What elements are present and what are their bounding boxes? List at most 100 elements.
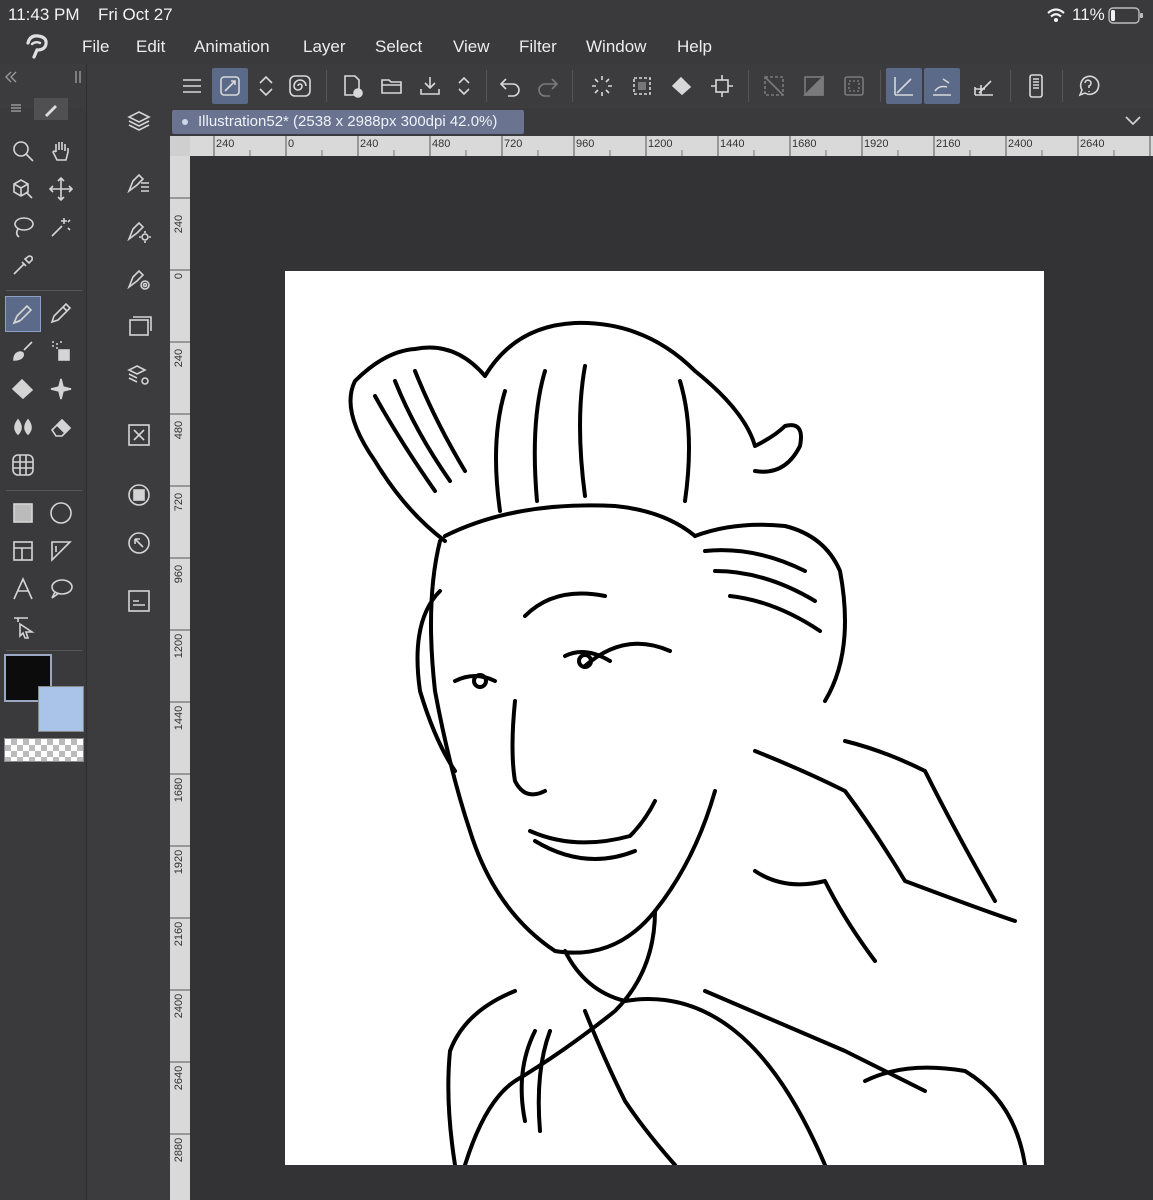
deselect-icon[interactable] bbox=[756, 68, 792, 104]
layer-property-icon[interactable] bbox=[122, 358, 156, 392]
device-icon[interactable] bbox=[1018, 68, 1054, 104]
ruler-h-label: 1920 bbox=[864, 138, 889, 150]
fill-icon[interactable] bbox=[664, 68, 700, 104]
ruler-h-label: 960 bbox=[576, 138, 595, 150]
selection-border-icon[interactable] bbox=[836, 68, 872, 104]
palette-menu-icon[interactable] bbox=[8, 100, 24, 116]
lasso-icon[interactable] bbox=[6, 210, 40, 244]
text-icon[interactable] bbox=[6, 572, 40, 606]
magic-wand-icon[interactable] bbox=[44, 210, 78, 244]
menu-icon[interactable] bbox=[174, 68, 210, 104]
app-logo-icon[interactable] bbox=[22, 33, 52, 61]
hand-icon[interactable] bbox=[44, 134, 78, 168]
pen-icon[interactable] bbox=[5, 296, 41, 332]
ruler-v-label: 480 bbox=[173, 420, 185, 440]
ruler-h-label: 1440 bbox=[720, 138, 745, 150]
save-icon[interactable] bbox=[412, 68, 448, 104]
info-icon[interactable] bbox=[122, 584, 156, 618]
ruler-v-label: 2160 bbox=[173, 921, 185, 947]
brush-icon[interactable] bbox=[6, 334, 40, 368]
ruler-h-label: 2400 bbox=[1008, 138, 1033, 150]
ruler-icon[interactable] bbox=[44, 534, 78, 568]
menu-select[interactable]: Select bbox=[375, 37, 422, 57]
line-art-drawing bbox=[348, 320, 1027, 1165]
blend-icon[interactable] bbox=[6, 410, 40, 444]
chevron-down-icon[interactable] bbox=[1124, 114, 1142, 128]
updown-icon[interactable] bbox=[446, 68, 482, 104]
loading-icon[interactable] bbox=[584, 68, 620, 104]
canvas-icon[interactable] bbox=[122, 310, 156, 344]
pencil-icon[interactable] bbox=[44, 296, 78, 330]
sub-color-swatch[interactable] bbox=[38, 686, 84, 732]
menu-filter[interactable]: Filter bbox=[519, 37, 557, 57]
menu-edit[interactable]: Edit bbox=[136, 37, 165, 57]
document-tab[interactable]: Illustration52* (2538 x 2988px 300dpi 42… bbox=[172, 110, 524, 134]
menu-help[interactable]: Help bbox=[677, 37, 712, 57]
invert-icon[interactable] bbox=[796, 68, 832, 104]
brush-snap-icon[interactable] bbox=[924, 68, 960, 104]
object-icon[interactable] bbox=[6, 172, 40, 206]
ruler-h-label: 480 bbox=[432, 138, 451, 150]
open-folder-icon[interactable] bbox=[374, 68, 410, 104]
panel-grip-icon[interactable] bbox=[72, 70, 86, 84]
menu-view[interactable]: View bbox=[453, 37, 490, 57]
fill-bucket-icon[interactable] bbox=[6, 372, 40, 406]
transform-icon[interactable] bbox=[704, 68, 740, 104]
command-bar bbox=[0, 64, 1153, 109]
status-bar: 11:43 PM Fri Oct 27 11% bbox=[0, 0, 1153, 30]
collapse-left-icon[interactable] bbox=[4, 70, 18, 84]
tool-palette-header bbox=[0, 98, 86, 130]
zoom-icon[interactable] bbox=[6, 134, 40, 168]
frame-icon[interactable] bbox=[6, 534, 40, 568]
menu-layer[interactable]: Layer bbox=[303, 37, 346, 57]
status-date: Fri Oct 27 bbox=[98, 5, 173, 24]
ruler-v-label: 2640 bbox=[173, 1065, 185, 1091]
toggle-icon[interactable] bbox=[248, 68, 284, 104]
airbrush-icon[interactable] bbox=[44, 334, 78, 368]
undo-icon[interactable] bbox=[492, 68, 528, 104]
layers-icon[interactable] bbox=[122, 104, 156, 138]
menu-bar: File Edit Animation Layer Select View Fi… bbox=[0, 30, 1153, 64]
ruler-h-label: 2640 bbox=[1080, 138, 1105, 150]
help-icon[interactable] bbox=[1070, 68, 1106, 104]
artboard[interactable] bbox=[285, 271, 1044, 1165]
battery-icon bbox=[1108, 7, 1143, 24]
spiral-icon[interactable] bbox=[282, 68, 318, 104]
menu-window[interactable]: Window bbox=[586, 37, 646, 57]
sub-tool-icon[interactable] bbox=[122, 166, 156, 200]
brush-settings-icon[interactable] bbox=[212, 68, 248, 104]
balloon-icon[interactable] bbox=[44, 572, 78, 606]
new-file-icon[interactable] bbox=[334, 68, 370, 104]
palette-tab-pen-icon bbox=[45, 105, 57, 117]
eraser-icon[interactable] bbox=[44, 410, 78, 444]
grid-icon[interactable] bbox=[6, 448, 40, 482]
history-icon[interactable] bbox=[122, 526, 156, 560]
transparent-color-swatch[interactable] bbox=[4, 738, 84, 762]
redo-icon[interactable] bbox=[530, 68, 566, 104]
color-wheel-icon[interactable] bbox=[122, 478, 156, 512]
correct-line-icon[interactable] bbox=[6, 610, 40, 644]
ruler-h-label: 720 bbox=[504, 138, 523, 150]
sparkle-icon[interactable] bbox=[44, 372, 78, 406]
status-time: 11:43 PM bbox=[8, 5, 80, 24]
ruler-v-label: 1200 bbox=[173, 633, 185, 659]
shape-icon[interactable] bbox=[44, 496, 78, 530]
battery-percent: 11% bbox=[1072, 5, 1105, 24]
document-tab-title: Illustration52* (2538 x 2988px 300dpi 42… bbox=[198, 113, 498, 130]
navigator-icon[interactable] bbox=[122, 418, 156, 452]
gradient-icon[interactable] bbox=[6, 496, 40, 530]
move-icon[interactable] bbox=[44, 172, 78, 206]
tool-property-icon[interactable] bbox=[122, 214, 156, 248]
menu-file[interactable]: File bbox=[82, 37, 109, 57]
ruler-v-label: 720 bbox=[173, 492, 185, 512]
menu-animation[interactable]: Animation bbox=[194, 37, 270, 57]
wifi-icon bbox=[1047, 8, 1065, 22]
ruler-snap-icon[interactable] bbox=[886, 68, 922, 104]
eyedropper-icon[interactable] bbox=[6, 248, 40, 282]
select-all-icon[interactable] bbox=[624, 68, 660, 104]
ruler-v-label: 2400 bbox=[173, 993, 185, 1019]
brush-size-icon[interactable] bbox=[122, 262, 156, 296]
grid-snap-icon[interactable] bbox=[966, 68, 1002, 104]
ruler-corner bbox=[170, 136, 190, 156]
ruler-v-label: 960 bbox=[173, 564, 185, 584]
